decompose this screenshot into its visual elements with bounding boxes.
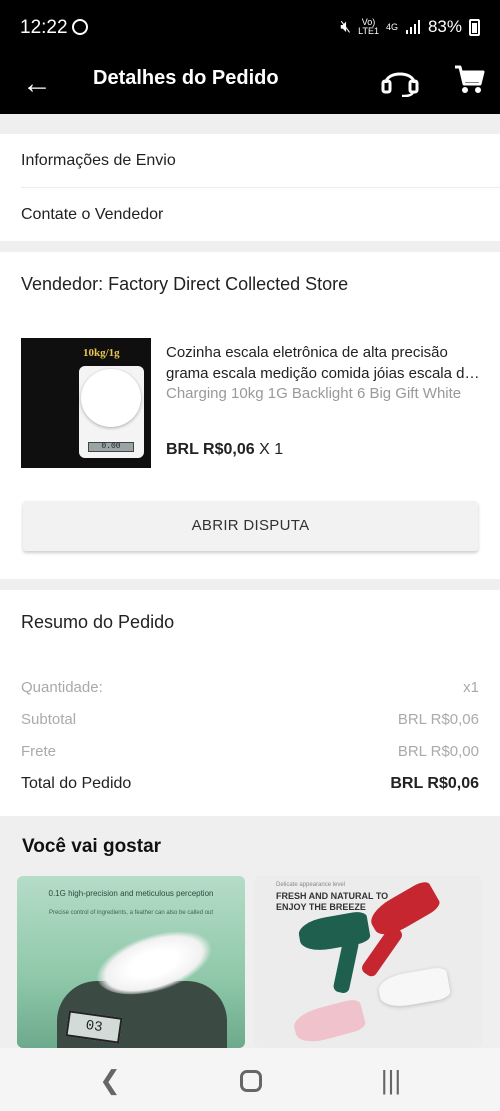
product-image-badge: 10kg/1g — [83, 347, 120, 359]
hair-dryer-illustration — [291, 997, 367, 1047]
status-bar: 12:22 🔇︎ Vo) LTE1 4G 83% — [0, 0, 500, 56]
scale-plate — [81, 369, 141, 427]
total-value: BRL R$0,06 — [390, 775, 479, 792]
hair-dryer-illustration — [376, 966, 452, 1010]
recommendation-tag: Delicate appearance level — [276, 882, 346, 888]
product-name-line: grama escala medição comida jóias escala… — [166, 365, 480, 382]
hair-dryer-illustration — [296, 910, 372, 954]
product-image[interactable]: 10kg/1g 0.00 — [21, 338, 151, 468]
product-price: BRL R$0,06 X 1 — [166, 440, 283, 460]
contact-seller-link[interactable]: Contate o Vendedor — [0, 188, 500, 242]
price-value: BRL R$0,06 — [166, 441, 255, 458]
nav-back-icon[interactable]: ❮ — [90, 1065, 130, 1095]
summary-label: Subtotal — [21, 711, 77, 728]
nav-home-icon[interactable] — [240, 1070, 262, 1092]
summary-title: Resumo do Pedido — [21, 612, 175, 632]
scale-display: 0.00 — [88, 442, 134, 452]
summary-value: x1 — [463, 679, 479, 696]
info-links-card: Informações de Envio Contate o Vendedor — [0, 134, 500, 241]
recommendation-caption: 0.1G high-precision and meticulous perce… — [48, 889, 214, 898]
page-title: Detalhes do Pedido — [93, 67, 279, 89]
product-name[interactable]: Cozinha escala eletrônica de alta precis… — [166, 342, 480, 384]
shipping-info-link[interactable]: Informações de Envio — [0, 134, 500, 188]
product-name-line: Cozinha escala eletrônica de alta precis… — [166, 344, 448, 361]
app-bar: ← Detalhes do Pedido — [0, 56, 500, 114]
support-headset-icon[interactable] — [380, 63, 420, 97]
battery-percent: 83% — [427, 17, 462, 36]
status-right: 🔇︎ Vo) LTE1 4G 83% — [340, 17, 480, 37]
back-arrow-icon[interactable]: ← — [22, 65, 52, 103]
recommendations-title: Você vai gostar — [22, 836, 162, 857]
recommendation-card[interactable]: Delicate appearance level FRESH AND NATU… — [254, 876, 482, 1048]
summary-row-quantity: Quantidade: x1 — [21, 677, 479, 699]
summary-label: Quantidade: — [21, 679, 103, 696]
whatsapp-icon — [72, 19, 88, 35]
battery-icon — [469, 18, 480, 36]
summary-value: BRL R$0,00 — [397, 743, 479, 760]
summary-value: BRL R$0,06 — [397, 711, 479, 728]
recommendation-card[interactable]: 0.1G high-precision and meticulous perce… — [17, 876, 245, 1048]
order-summary-card: Resumo do Pedido Quantidade: x1 Subtotal… — [0, 590, 500, 816]
summary-row-total: Total do Pedido BRL R$0,06 — [21, 773, 479, 795]
signal-type: 4G — [385, 21, 398, 32]
seller-name[interactable]: Vendedor: Factory Direct Collected Store — [21, 274, 348, 295]
hair-dryer-illustration — [365, 878, 443, 942]
status-time: 12:22 — [20, 17, 68, 38]
system-nav-bar: ❮ ||| — [0, 1048, 500, 1111]
open-dispute-button[interactable]: ABRIR DISPUTA — [23, 501, 478, 551]
quantity-value: X 1 — [254, 441, 284, 458]
nav-recents-icon[interactable]: ||| — [371, 1065, 411, 1095]
summary-row-shipping: Frete BRL R$0,00 — [21, 741, 479, 763]
total-label: Total do Pedido — [21, 775, 132, 792]
summary-label: Frete — [21, 743, 57, 760]
network-indicator: Vo) LTE1 — [358, 17, 379, 36]
product-card: Vendedor: Factory Direct Collected Store… — [0, 252, 500, 579]
signal-icon — [405, 20, 420, 34]
summary-row-subtotal: Subtotal BRL R$0,06 — [21, 709, 479, 731]
product-variant: Charging 10kg 1G Backlight 6 Big Gift Wh… — [166, 385, 462, 402]
shopping-cart-icon[interactable] — [452, 62, 486, 96]
recommendation-subcaption: Precise control of ingredients, a feathe… — [48, 910, 214, 916]
mute-icon: 🔇︎ — [340, 17, 352, 36]
